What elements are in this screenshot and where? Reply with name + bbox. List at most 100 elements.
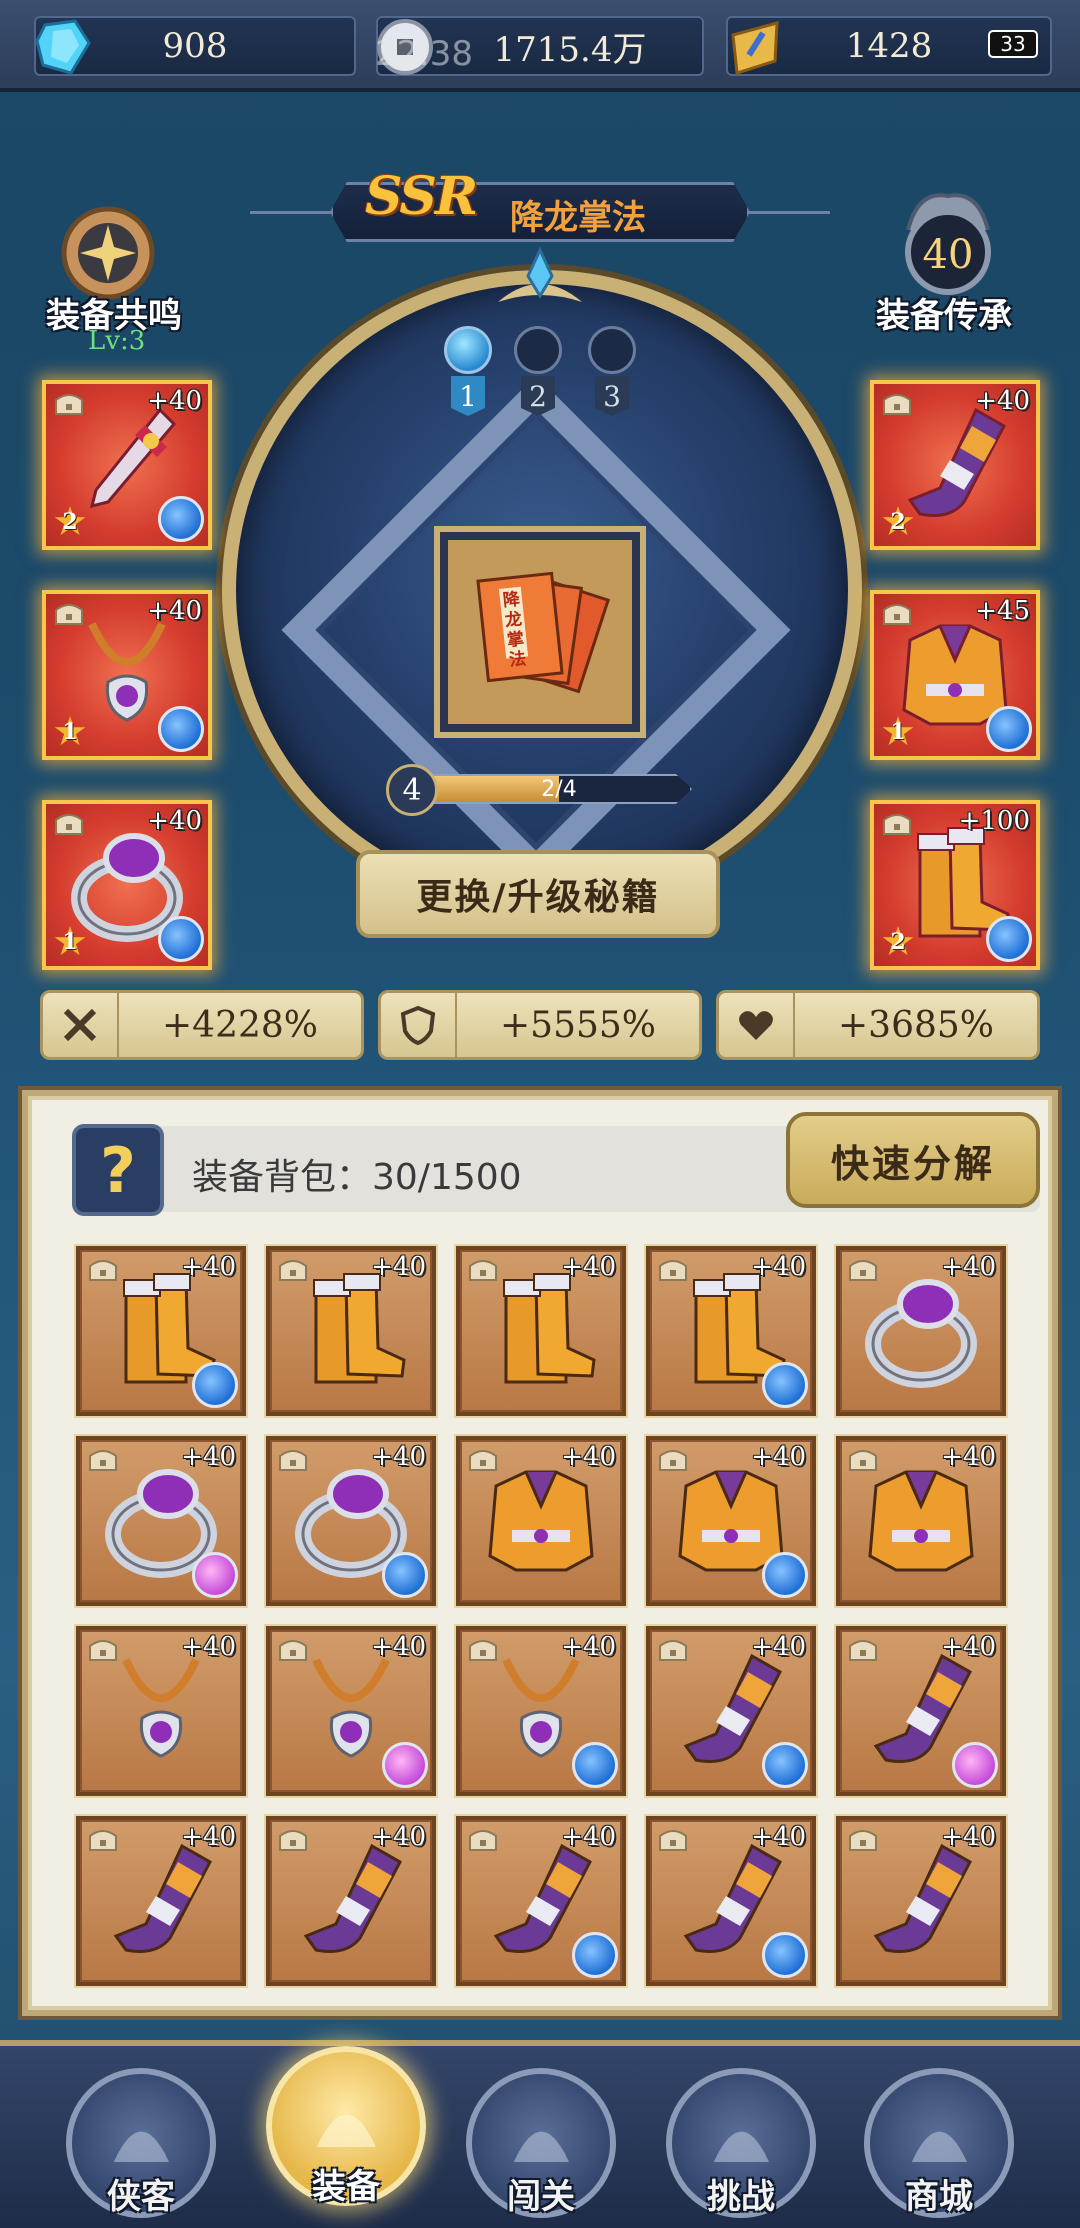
nav-armor[interactable]: 装备 — [266, 2046, 426, 2207]
star-count: 1 — [890, 719, 906, 745]
bag-item-bracer[interactable]: +40 — [74, 1814, 248, 1988]
gem-slot-1[interactable] — [444, 326, 492, 374]
nav-label: 侠客 — [107, 2177, 175, 2217]
crown-gem-icon — [498, 246, 582, 302]
equipped-slot-boots[interactable]: +100 ★ 2 — [870, 800, 1040, 970]
equipped-slot-ring[interactable]: +40 ★ 1 — [42, 800, 212, 970]
blue-orb-icon — [158, 706, 204, 752]
nav-hero[interactable]: 侠客 — [66, 2068, 216, 2218]
enhance-level: +40 — [561, 1822, 616, 1852]
enhance-level: +40 — [975, 386, 1030, 416]
crystal-icon — [26, 10, 100, 84]
coin-value: 1715.4万 — [493, 29, 647, 70]
equipped-slot-armor[interactable]: +45 ★ 1 — [870, 590, 1040, 760]
bag-item-bracer[interactable]: +40 — [644, 1624, 818, 1798]
blue-orb-icon — [762, 1552, 808, 1598]
blue-orb-icon — [192, 1362, 238, 1408]
bag-item-bracer[interactable]: +40 — [834, 1624, 1008, 1798]
bag-item-armor[interactable]: +40 — [454, 1434, 628, 1608]
nav-demon-mask[interactable]: 挑战 — [666, 2068, 816, 2218]
enhance-level: +40 — [561, 1442, 616, 1472]
blue-orb-icon — [986, 916, 1032, 962]
status-clock: 22:38 — [375, 34, 473, 74]
bag-item-armor[interactable]: +40 — [834, 1434, 1008, 1608]
star-count: 2 — [62, 509, 78, 535]
inherit-label: 装备传承 — [876, 296, 1012, 336]
bag-item-boots[interactable]: +40 — [644, 1244, 818, 1418]
quick-decompose-button[interactable]: 快速分解 — [786, 1112, 1040, 1208]
sword-stage-icon — [513, 2131, 569, 2163]
shield-icon — [381, 993, 457, 1057]
lock-icon — [849, 1830, 877, 1851]
star-count: 2 — [890, 509, 906, 535]
nav-sword-stage[interactable]: 闯关 — [466, 2068, 616, 2218]
health-stat-value: +3685% — [838, 1004, 994, 1046]
nav-label: 商城 — [905, 2177, 973, 2217]
enhance-level: +40 — [561, 1252, 616, 1282]
lock-icon — [469, 1450, 497, 1471]
gem-slot-3[interactable] — [588, 326, 636, 374]
crossed-swords-icon — [43, 993, 119, 1057]
bag-item-armor[interactable]: +40 — [644, 1434, 818, 1608]
nav-shop-gate[interactable]: 商城 — [864, 2068, 1014, 2218]
enhance-level: +40 — [147, 386, 202, 416]
gem-slot-3-number: 3 — [595, 376, 629, 416]
lock-icon — [279, 1830, 307, 1851]
heart-icon — [719, 993, 795, 1057]
bag-item-ring[interactable]: +40 — [834, 1244, 1008, 1418]
bag-item-boots[interactable]: +40 — [264, 1244, 438, 1418]
equipped-slot-necklace[interactable]: +40 ★ 1 — [42, 590, 212, 760]
bag-item-ring[interactable]: +40 — [74, 1434, 248, 1608]
blue-orb-icon — [158, 916, 204, 962]
lock-icon — [659, 1640, 687, 1661]
bag-item-boots[interactable]: +40 — [74, 1244, 248, 1418]
equipment-inherit-button[interactable]: 40 — [888, 180, 1008, 300]
lock-icon — [89, 1450, 117, 1471]
replace-upgrade-book-button[interactable]: 更换/升级秘籍 — [356, 850, 720, 938]
enhance-level: +40 — [941, 1252, 996, 1282]
title-divider-right — [740, 211, 830, 214]
star-count: 2 — [890, 929, 906, 955]
lock-icon — [279, 1640, 307, 1661]
bag-item-boots[interactable]: +40 — [454, 1244, 628, 1418]
defense-stat: +5555% — [378, 990, 702, 1060]
enhance-level: +40 — [371, 1822, 426, 1852]
book-progress-bar: 2/4 — [426, 774, 692, 804]
defense-stat-value: +5555% — [500, 1004, 656, 1046]
enhance-level: +40 — [941, 1632, 996, 1662]
pink-orb-icon — [952, 1742, 998, 1788]
bag-item-necklace[interactable]: +40 — [264, 1624, 438, 1798]
star-icon: ★ 2 — [880, 919, 916, 965]
lock-icon — [55, 604, 83, 625]
bag-item-bracer[interactable]: +40 — [264, 1814, 438, 1988]
enhance-level: +40 — [147, 806, 202, 836]
battery-indicator: 33 — [988, 30, 1038, 58]
help-button[interactable]: ? — [72, 1124, 164, 1216]
bag-item-bracer[interactable]: +40 — [834, 1814, 1008, 1988]
attack-stat: +4228% — [40, 990, 364, 1060]
enhance-level: +45 — [975, 596, 1030, 626]
crystal-counter[interactable]: 908 — [34, 16, 356, 76]
enhance-level: +40 — [751, 1632, 806, 1662]
bag-item-necklace[interactable]: +40 — [454, 1624, 628, 1798]
bag-item-ring[interactable]: +40 — [264, 1434, 438, 1608]
bag-item-bracer[interactable]: +40 — [454, 1814, 628, 1988]
star-count: 1 — [62, 929, 78, 955]
bag-header: ? 装备背包：30/1500 快速分解 — [72, 1112, 1040, 1216]
health-stat: +3685% — [716, 990, 1040, 1060]
demon-mask-icon — [713, 2131, 769, 2163]
gem-slot-2[interactable] — [514, 326, 562, 374]
equipped-slot-sword[interactable]: +40 ★ 2 — [42, 380, 212, 550]
bag-item-necklace[interactable]: +40 — [74, 1624, 248, 1798]
bag-item-bracer[interactable]: +40 — [644, 1814, 818, 1988]
lock-icon — [659, 1260, 687, 1281]
crystal-value: 908 — [162, 26, 228, 66]
enhance-level: +100 — [958, 806, 1030, 836]
enhance-level: +40 — [371, 1252, 426, 1282]
inherit-value: 40 — [922, 232, 974, 278]
book-progress-text: 2/4 — [541, 776, 577, 802]
skill-book-card[interactable]: 降龙掌法 — [440, 532, 640, 732]
book-title: 降龙掌法 — [510, 198, 646, 238]
equipped-slot-bracer[interactable]: +40 ★ 2 — [870, 380, 1040, 550]
enhance-level: +40 — [181, 1632, 236, 1662]
